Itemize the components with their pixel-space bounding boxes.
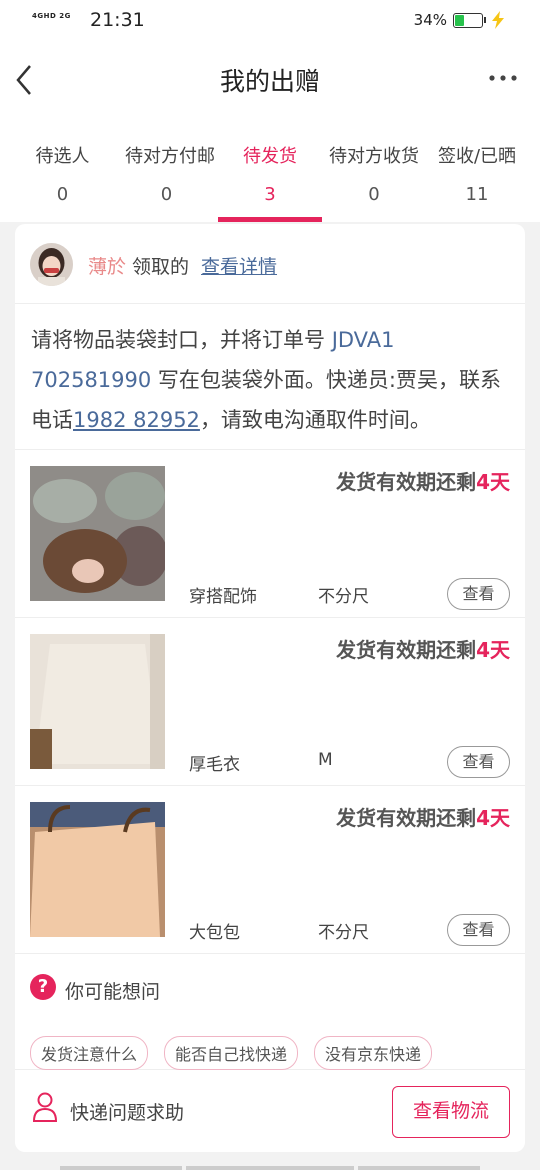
receiver-row: 薄於 领取的 查看详情	[15, 224, 525, 304]
bottom-scroll-indicator	[0, 1152, 540, 1170]
tab-pending-postage[interactable]: 待对方付邮 0	[125, 118, 215, 222]
receiver-name[interactable]: 薄於	[88, 252, 126, 279]
tab-label: 待对方收货	[329, 146, 419, 167]
tab-pending-receive[interactable]: 待对方收货 0	[322, 118, 426, 222]
status-bar: 4GHD 2G 21:31 34%	[0, 0, 540, 42]
tab-count: 0	[368, 184, 380, 205]
instruction-prefix: 请将物品装袋封口，并将订单号	[31, 328, 332, 352]
faq-chip[interactable]: 没有京东快递	[314, 1036, 433, 1070]
view-item-button[interactable]: 查看	[447, 578, 510, 610]
courier-help-link[interactable]: 快递问题求助	[70, 1098, 184, 1125]
view-detail-link[interactable]: 查看详情	[201, 252, 277, 279]
item-thumbnail[interactable]	[30, 634, 165, 769]
gift-item: 发货有效期还剩4天 大包包 不分尺 查看	[15, 786, 525, 954]
item-size: 不分尺	[318, 923, 369, 943]
deadline-text: 发货有效期还剩	[336, 470, 477, 494]
deadline-text: 发货有效期还剩	[336, 638, 477, 662]
gift-item: 发货有效期还剩4天 厚毛衣 M 查看	[15, 618, 525, 786]
deadline-days: 4天	[476, 638, 510, 662]
faq-chip[interactable]: 能否自己找快递	[164, 1036, 299, 1070]
tab-count: 0	[56, 184, 69, 205]
item-category: 穿搭配饰	[189, 587, 257, 607]
ship-deadline: 发货有效期还剩4天	[336, 634, 510, 663]
item-size: 不分尺	[318, 587, 369, 607]
view-item-button[interactable]: 查看	[447, 914, 510, 946]
instruction-suffix: ，请致电沟通取件时间。	[199, 408, 431, 432]
faq-title: 你可能想问	[65, 981, 161, 1003]
battery-percent: 34%	[413, 11, 447, 29]
order-card: 薄於 领取的 查看详情 请将物品装袋封口，并将订单号 JDVA1 7025819…	[15, 224, 525, 1152]
view-logistics-button[interactable]: 查看物流	[392, 1086, 510, 1138]
tab-label: 签收/已晒	[437, 146, 517, 167]
faq-chip[interactable]: 发货注意什么	[30, 1036, 149, 1070]
battery-icon	[453, 13, 486, 28]
tab-label: 待对方付邮	[125, 146, 215, 167]
item-category: 厚毛衣	[189, 755, 240, 775]
network-label: 4GHD 2G	[32, 12, 71, 20]
item-size: M	[318, 750, 333, 770]
deadline-days: 4天	[476, 470, 510, 494]
question-circle-icon: ?	[30, 974, 56, 1000]
item-thumbnail[interactable]	[30, 802, 165, 937]
item-category: 大包包	[189, 923, 240, 943]
status-time: 21:31	[90, 9, 145, 31]
page-title: 我的出赠	[219, 67, 320, 96]
view-item-button[interactable]: 查看	[447, 746, 510, 778]
active-tab-indicator	[218, 217, 322, 222]
charging-bolt-icon	[492, 11, 504, 29]
ship-deadline: 发货有效期还剩4天	[336, 802, 510, 831]
ship-deadline: 发货有效期还剩4天	[336, 466, 510, 495]
item-thumbnail[interactable]	[30, 466, 165, 601]
gift-item: 发货有效期还剩4天 穿搭配饰 不分尺 查看	[15, 450, 525, 618]
indicator-segment	[358, 1166, 480, 1170]
deadline-days: 4天	[476, 806, 510, 830]
help-row: 快递问题求助 查看物流	[15, 1071, 525, 1152]
nav-bar: 我的出赠	[0, 42, 540, 118]
tab-label: 待选人	[35, 146, 90, 167]
receiver-action: 领取的	[132, 256, 190, 278]
tab-count: 3	[264, 184, 276, 205]
courier-phone-link[interactable]: 1982 82952	[73, 408, 200, 432]
avatar[interactable]	[30, 243, 73, 286]
shipping-instruction: 请将物品装袋封口，并将订单号 JDVA1 702581990 写在包装袋外面。快…	[31, 320, 511, 440]
tab-pending-select[interactable]: 待选人 0	[0, 118, 125, 222]
tab-pending-ship[interactable]: 待发货 3	[218, 118, 322, 222]
status-tabs: 待选人 0 待对方付邮 0 待发货 3 待对方收货 0 签收/已晒 11	[0, 118, 540, 222]
battery-fill	[455, 15, 464, 26]
more-horizontal-icon[interactable]	[488, 68, 518, 88]
network-indicator: 4GHD 2G	[32, 12, 71, 20]
tab-received[interactable]: 签收/已晒 11	[426, 118, 528, 222]
indicator-segment	[60, 1166, 182, 1170]
faq-section: ? 你可能想问 发货注意什么 能否自己找快递 没有京东快递	[15, 954, 525, 1070]
tab-count: 11	[465, 184, 489, 205]
faq-chips: 发货注意什么 能否自己找快递 没有京东快递	[30, 1036, 433, 1070]
person-icon[interactable]	[32, 1091, 58, 1123]
indicator-segment	[186, 1166, 354, 1170]
tab-count: 0	[160, 184, 173, 205]
tab-label: 待发货	[243, 146, 297, 167]
deadline-text: 发货有效期还剩	[336, 806, 477, 830]
